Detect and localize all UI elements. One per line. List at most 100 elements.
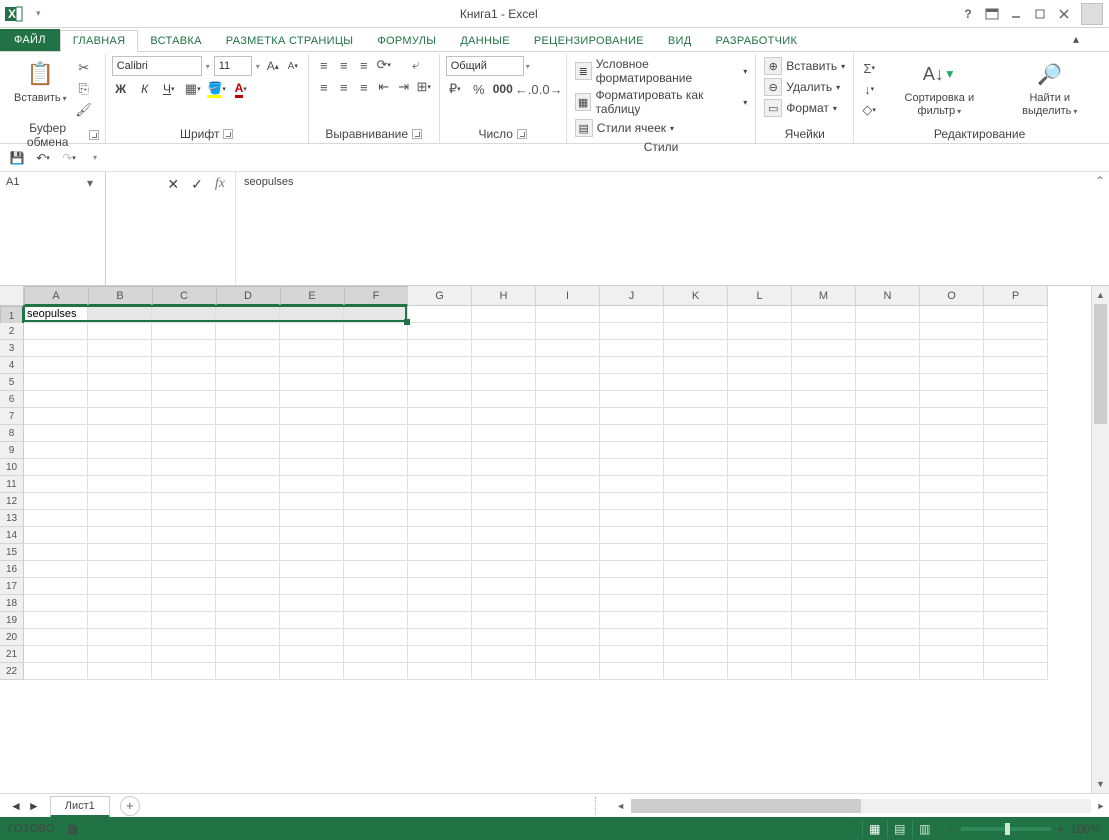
cell-B1[interactable] bbox=[88, 306, 152, 323]
col-header-F[interactable]: F bbox=[344, 286, 408, 306]
col-header-M[interactable]: M bbox=[792, 286, 856, 306]
cell-L17[interactable] bbox=[728, 578, 792, 595]
cell-D22[interactable] bbox=[216, 663, 280, 680]
cell-F21[interactable] bbox=[344, 646, 408, 663]
cell-E3[interactable] bbox=[280, 340, 344, 357]
zoom-slider[interactable] bbox=[961, 827, 1051, 831]
cell-G2[interactable] bbox=[408, 323, 472, 340]
cell-G5[interactable] bbox=[408, 374, 472, 391]
col-header-J[interactable]: J bbox=[600, 286, 664, 306]
cell-G13[interactable] bbox=[408, 510, 472, 527]
cell-B11[interactable] bbox=[88, 476, 152, 493]
cell-J13[interactable] bbox=[600, 510, 664, 527]
cell-O21[interactable] bbox=[920, 646, 984, 663]
row-header-13[interactable]: 13 bbox=[0, 510, 24, 527]
cell-F1[interactable] bbox=[344, 306, 408, 323]
cell-N19[interactable] bbox=[856, 612, 920, 629]
cell-E4[interactable] bbox=[280, 357, 344, 374]
cell-B20[interactable] bbox=[88, 629, 152, 646]
cell-D16[interactable] bbox=[216, 561, 280, 578]
tab-file[interactable]: ФАЙЛ bbox=[0, 29, 60, 51]
save-icon[interactable]: 💾 bbox=[8, 149, 26, 167]
cell-B9[interactable] bbox=[88, 442, 152, 459]
cell-B3[interactable] bbox=[88, 340, 152, 357]
cell-E20[interactable] bbox=[280, 629, 344, 646]
cell-J8[interactable] bbox=[600, 425, 664, 442]
spreadsheet-grid[interactable]: ABCDEFGHIJKLMNOP 1seopulses2345678910111… bbox=[0, 286, 1109, 793]
cell-O12[interactable] bbox=[920, 493, 984, 510]
row-header-4[interactable]: 4 bbox=[0, 357, 24, 374]
cell-A16[interactable] bbox=[24, 561, 88, 578]
cell-N2[interactable] bbox=[856, 323, 920, 340]
cell-G11[interactable] bbox=[408, 476, 472, 493]
cell-H6[interactable] bbox=[472, 391, 536, 408]
cell-N22[interactable] bbox=[856, 663, 920, 680]
cell-I10[interactable] bbox=[536, 459, 600, 476]
cell-M16[interactable] bbox=[792, 561, 856, 578]
cell-D1[interactable] bbox=[216, 306, 280, 323]
cell-N9[interactable] bbox=[856, 442, 920, 459]
cell-E10[interactable] bbox=[280, 459, 344, 476]
cell-O2[interactable] bbox=[920, 323, 984, 340]
cell-A8[interactable] bbox=[24, 425, 88, 442]
help-icon[interactable]: ? bbox=[957, 4, 979, 24]
scroll-right-icon[interactable]: ► bbox=[1093, 801, 1109, 811]
cell-K5[interactable] bbox=[664, 374, 728, 391]
row-header-3[interactable]: 3 bbox=[0, 340, 24, 357]
format-cells-button[interactable]: ▭Формат▾ bbox=[762, 98, 839, 118]
cell-E6[interactable] bbox=[280, 391, 344, 408]
cell-K1[interactable] bbox=[664, 306, 728, 323]
cell-G7[interactable] bbox=[408, 408, 472, 425]
dec-decimal-icon[interactable]: .0→ bbox=[542, 80, 560, 98]
cell-J16[interactable] bbox=[600, 561, 664, 578]
cell-J17[interactable] bbox=[600, 578, 664, 595]
fill-color-icon[interactable]: 🪣▾ bbox=[208, 80, 226, 98]
cell-D6[interactable] bbox=[216, 391, 280, 408]
cell-C22[interactable] bbox=[152, 663, 216, 680]
horizontal-scrollbar[interactable]: ◄ ► bbox=[613, 799, 1109, 813]
cell-C20[interactable] bbox=[152, 629, 216, 646]
cell-A18[interactable] bbox=[24, 595, 88, 612]
cell-F6[interactable] bbox=[344, 391, 408, 408]
delete-cells-button[interactable]: ⊖Удалить▾ bbox=[762, 77, 842, 97]
cell-K16[interactable] bbox=[664, 561, 728, 578]
cell-N1[interactable] bbox=[856, 306, 920, 323]
cell-C4[interactable] bbox=[152, 357, 216, 374]
cell-P19[interactable] bbox=[984, 612, 1048, 629]
cell-D3[interactable] bbox=[216, 340, 280, 357]
cell-B19[interactable] bbox=[88, 612, 152, 629]
cell-M1[interactable] bbox=[792, 306, 856, 323]
cell-N11[interactable] bbox=[856, 476, 920, 493]
grid-rows[interactable]: 1seopulses234567891011121314151617181920… bbox=[0, 306, 1091, 793]
cell-G10[interactable] bbox=[408, 459, 472, 476]
cell-L11[interactable] bbox=[728, 476, 792, 493]
cell-N21[interactable] bbox=[856, 646, 920, 663]
font-size-input[interactable] bbox=[214, 56, 252, 76]
find-select-button[interactable]: 🔎 Найти и выделить bbox=[1001, 56, 1099, 119]
user-avatar[interactable] bbox=[1081, 3, 1103, 25]
cell-O10[interactable] bbox=[920, 459, 984, 476]
cell-L10[interactable] bbox=[728, 459, 792, 476]
scroll-down-icon[interactable]: ▼ bbox=[1092, 775, 1109, 793]
view-page-break-icon[interactable]: ▥ bbox=[912, 820, 936, 838]
cell-I4[interactable] bbox=[536, 357, 600, 374]
cell-C8[interactable] bbox=[152, 425, 216, 442]
cell-E12[interactable] bbox=[280, 493, 344, 510]
cancel-formula-icon[interactable]: ✕ bbox=[167, 176, 179, 193]
cell-F15[interactable] bbox=[344, 544, 408, 561]
cell-N3[interactable] bbox=[856, 340, 920, 357]
cell-P13[interactable] bbox=[984, 510, 1048, 527]
cell-L18[interactable] bbox=[728, 595, 792, 612]
cell-M19[interactable] bbox=[792, 612, 856, 629]
cell-D8[interactable] bbox=[216, 425, 280, 442]
cell-N20[interactable] bbox=[856, 629, 920, 646]
cell-C18[interactable] bbox=[152, 595, 216, 612]
cell-J7[interactable] bbox=[600, 408, 664, 425]
cell-I16[interactable] bbox=[536, 561, 600, 578]
row-header-9[interactable]: 9 bbox=[0, 442, 24, 459]
cell-H10[interactable] bbox=[472, 459, 536, 476]
col-header-A[interactable]: A bbox=[24, 286, 88, 306]
cell-B6[interactable] bbox=[88, 391, 152, 408]
col-header-C[interactable]: C bbox=[152, 286, 216, 306]
col-header-I[interactable]: I bbox=[536, 286, 600, 306]
